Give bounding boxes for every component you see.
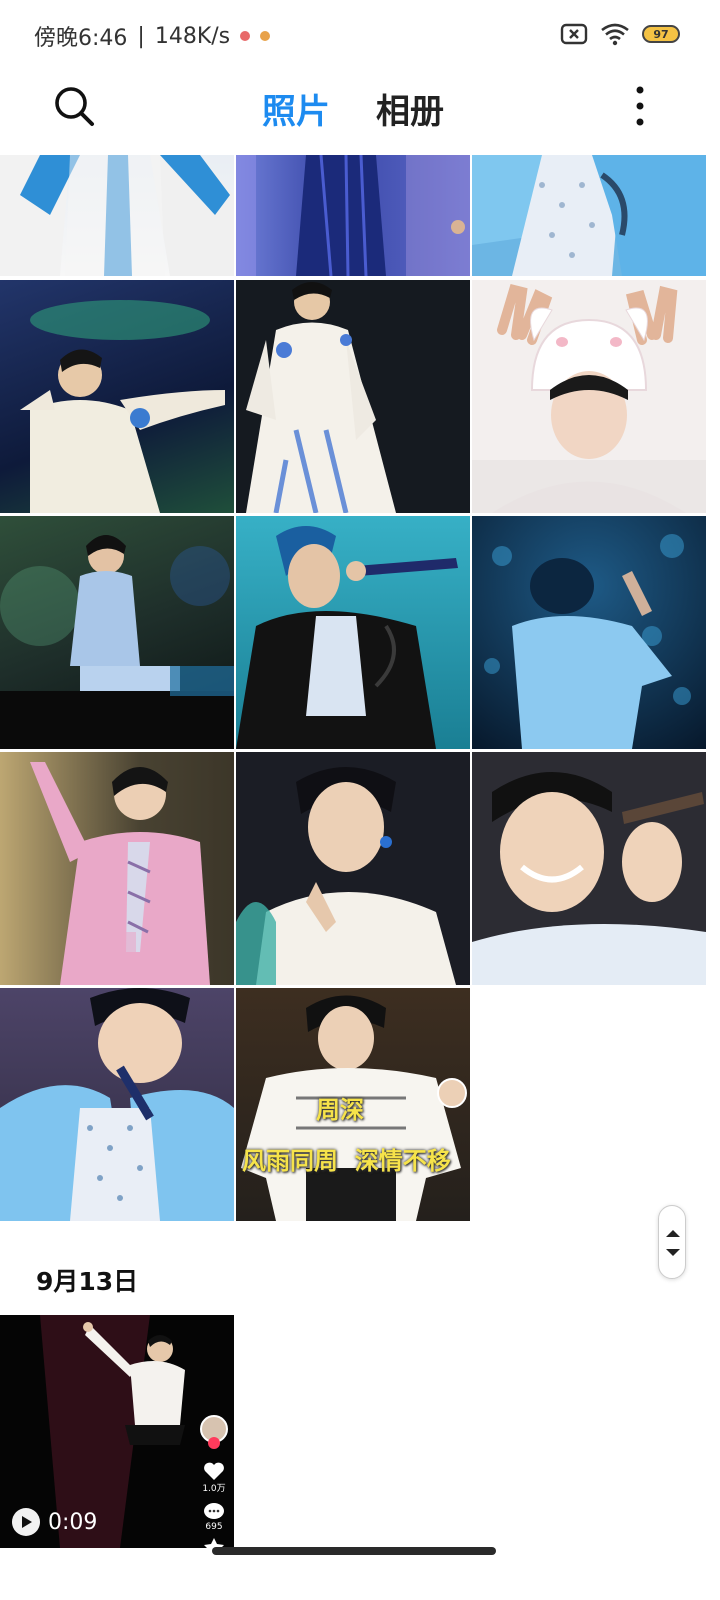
tab-albums[interactable]: 相册 (376, 84, 444, 133)
photo-thumbnail (0, 535, 234, 749)
network-speed: 148K/s (154, 23, 231, 49)
status-bar: 傍晚6:46 | 148K/s 97 (0, 0, 720, 70)
status-left: 傍晚6:46 | 148K/s (34, 20, 271, 52)
photo-thumbnail (484, 534, 691, 749)
comment-icon (204, 1503, 224, 1519)
status-time: 傍晚6:46 (34, 26, 128, 51)
like-count: 1.0万 (202, 1484, 226, 1494)
play-icon (12, 1508, 40, 1536)
photo-thumbnail (0, 752, 234, 985)
video-duration-badge: 0:09 (12, 1508, 97, 1536)
photo-thumbnail (20, 300, 225, 513)
photo-thumbnail (472, 772, 706, 985)
photo-tile[interactable] (472, 752, 706, 985)
tab-photos[interactable]: 照片 (262, 84, 330, 133)
photo-tile[interactable] (472, 280, 706, 513)
home-indicator[interactable] (212, 1547, 496, 1555)
photo-tile[interactable] (0, 752, 234, 985)
battery-level: 97 (653, 27, 669, 41)
scroll-up-down-icon (666, 1230, 680, 1256)
heart-icon (204, 1462, 224, 1480)
photo-tile[interactable] (0, 988, 234, 1221)
photo-thumbnail (236, 767, 456, 985)
status-right: 97 (560, 22, 680, 46)
video-duration: 0:09 (48, 1509, 98, 1535)
sim-off-icon (560, 23, 588, 45)
photo-tile[interactable] (236, 280, 470, 513)
photo-tile[interactable] (472, 155, 706, 276)
comment-count: 695 (205, 1522, 223, 1532)
overlay-subtitle: 风雨同周 深情不移 (242, 1147, 451, 1175)
photo-thumbnail (0, 988, 234, 1221)
wifi-icon (601, 23, 629, 46)
photo-tile[interactable] (236, 155, 470, 276)
photo-tile[interactable] (236, 516, 470, 749)
video-side-actions: 1.0万 695 (200, 1415, 228, 1548)
notification-icon (260, 31, 271, 41)
photo-thumbnail (0, 155, 234, 276)
photo-tile[interactable] (0, 155, 234, 276)
photo-thumbnail (472, 155, 706, 276)
photo-thumbnail (236, 526, 458, 749)
notification-icon (240, 31, 251, 41)
photo-tile[interactable] (236, 752, 470, 985)
photo-thumbnail (472, 283, 706, 513)
photo-thumbnail (236, 155, 470, 276)
status-separator: | (137, 23, 145, 49)
date-header: 9月13日 (36, 1267, 139, 1296)
photo-tile[interactable] (0, 280, 234, 513)
photo-thumbnail (246, 282, 396, 513)
overlay-title: 周深 (316, 1096, 364, 1124)
fast-scroller[interactable] (658, 1205, 686, 1279)
battery-icon: 97 (642, 25, 680, 43)
more-vertical-icon[interactable] (626, 84, 654, 128)
app-header: 照片 相册 (0, 70, 720, 152)
search-icon[interactable] (52, 84, 96, 128)
photo-tile[interactable] (0, 516, 234, 749)
photo-tile[interactable]: 周深 风雨同周 深情不移 (236, 988, 470, 1221)
follow-icon (208, 1437, 220, 1449)
photo-tile[interactable] (472, 516, 706, 749)
